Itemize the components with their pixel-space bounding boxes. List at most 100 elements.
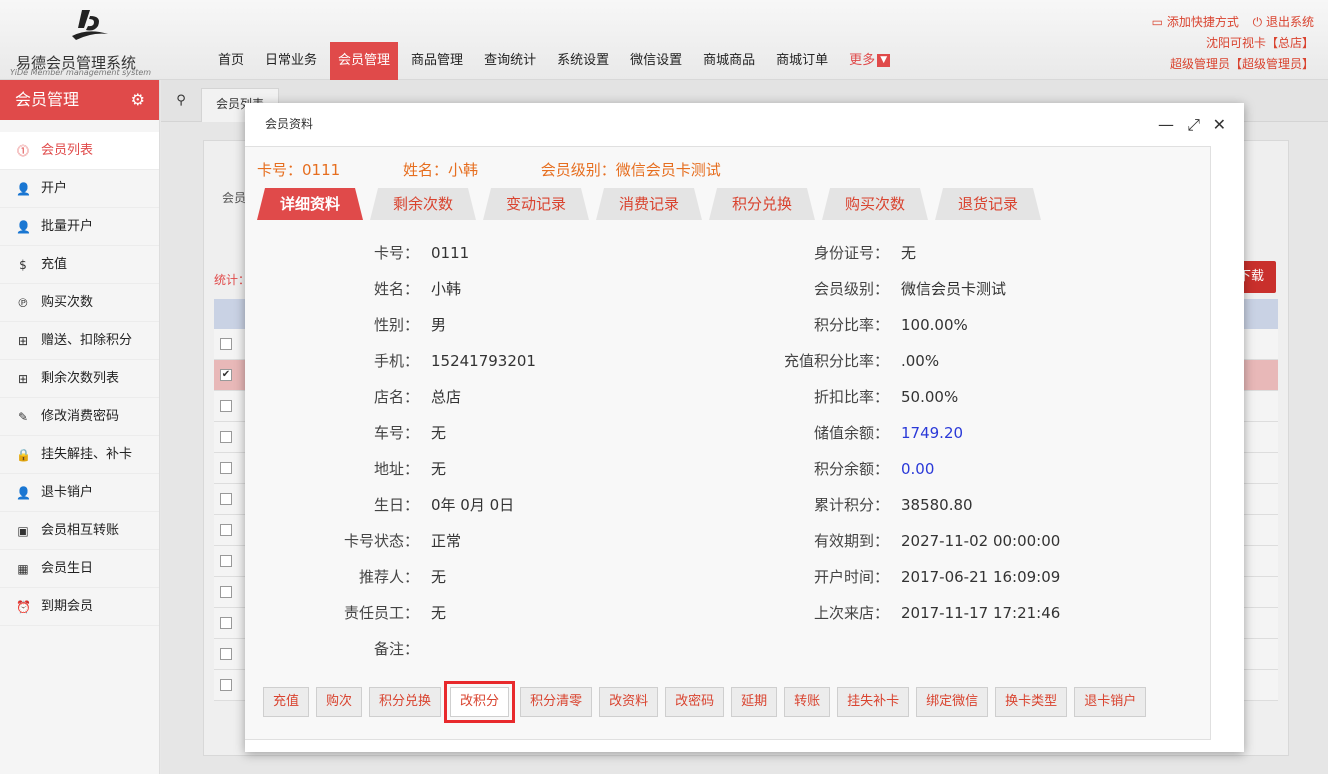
row-checkbox[interactable]: [220, 586, 232, 598]
row-checkbox[interactable]: [220, 431, 232, 443]
chevron-down-icon: ▼: [877, 54, 891, 67]
tab-0[interactable]: 详细资料: [257, 188, 363, 220]
logout-link[interactable]: ⏻ 退出系统: [1253, 15, 1314, 29]
app-subtitle: YiDe Member management system: [10, 68, 152, 77]
row-checkbox[interactable]: ✔: [220, 369, 232, 381]
field-label: 身份证号：: [813, 244, 889, 262]
nav-item-2[interactable]: 会员管理: [330, 42, 399, 80]
tab-5[interactable]: 购买次数: [822, 188, 928, 220]
field-value: 微信会员卡测试: [901, 280, 1007, 298]
sidebar-item-label: 修改消费密码: [41, 408, 120, 424]
sidebar-item-11[interactable]: ▦ 会员生日: [0, 550, 159, 588]
sidebar-item-label: 会员列表: [41, 142, 94, 158]
sidebar-menu: ⓵ 会员列表 👤 开户 👤 批量开户 $ 充值 ℗ 购买次数 ⊞ 赠送、扣除积分 ⊞ 剩余次数列表 ✎ 修改消…: [0, 132, 159, 626]
lock-icon: 🔒: [16, 447, 31, 462]
nav-item-label: 微信设置: [630, 53, 683, 68]
sidebar-item-8[interactable]: 🔒 挂失解挂、补卡: [0, 436, 159, 474]
member-summary: 卡号：0111 姓名：小韩 会员级别：微信会员卡测试: [257, 159, 779, 180]
field-value: 2027-11-02 00:00:00: [901, 532, 1061, 550]
map-icon: ⊞: [17, 333, 29, 348]
sidebar-item-9[interactable]: 👤 退卡销户: [0, 474, 159, 512]
field-label: 储值余额：: [813, 424, 889, 442]
tab-3[interactable]: 消费记录: [596, 188, 702, 220]
row-checkbox[interactable]: [220, 648, 232, 660]
store-name[interactable]: 沈阳可视卡【总店】: [1142, 33, 1314, 54]
summary-card-no: 卡号：0111: [257, 161, 341, 179]
nav-item-1[interactable]: 日常业务: [257, 42, 325, 80]
dialog-body: 卡号：0111 姓名：小韩 会员级别：微信会员卡测试 详细资料 剩余次数 变动记录消…: [245, 146, 1211, 740]
member-list-icon: ⓵: [16, 143, 29, 158]
row-checkbox[interactable]: [220, 679, 232, 691]
nav-item-label: 查询统计: [484, 53, 537, 68]
sidebar-item-2[interactable]: 👤 批量开户: [0, 208, 159, 246]
sidebar-item-10[interactable]: ▣ 会员相互转账: [0, 512, 159, 550]
nav-item-label: 会员管理: [338, 53, 391, 68]
nav-item-3[interactable]: 商品管理: [403, 42, 471, 80]
action-button-0[interactable]: 充值: [263, 687, 310, 717]
action-button-2[interactable]: 积分兑换: [369, 687, 442, 717]
action-button-3[interactable]: 改积分: [444, 681, 516, 723]
sidebar-item-0[interactable]: ⓵ 会员列表: [0, 132, 159, 170]
pencil-icon: ✎: [17, 409, 29, 424]
current-user[interactable]: 超级管理员【超级管理员】: [1142, 54, 1314, 75]
field-label: 积分比率：: [813, 316, 889, 334]
nav-item-7[interactable]: 商城商品: [695, 42, 763, 80]
detail-field: 积分余额： 0.00: [245, 451, 934, 487]
sidebar-item-12[interactable]: ⏰ 到期会员: [0, 588, 159, 626]
nav-item-9[interactable]: 更多 ▼: [841, 42, 898, 80]
row-checkbox[interactable]: [220, 524, 232, 536]
map-icon: ⊞: [17, 371, 29, 386]
field-value: .00%: [901, 352, 940, 370]
nav-item-5[interactable]: 系统设置: [549, 42, 617, 80]
sidebar-item-label: 到期会员: [41, 598, 94, 614]
sidebar-item-7[interactable]: ✎ 修改消费密码: [0, 398, 159, 436]
sidebar-item-1[interactable]: 👤 开户: [0, 170, 159, 208]
tab-4[interactable]: 积分兑换: [709, 188, 815, 220]
gear-icon[interactable]: ⚙: [131, 80, 145, 120]
location-pin-icon: ⚲: [176, 93, 186, 108]
user-remove-icon: 👤: [16, 485, 31, 500]
action-button-12[interactable]: 退卡销户: [1074, 687, 1147, 717]
nav-item-6[interactable]: 微信设置: [622, 42, 690, 80]
nav-item-4[interactable]: 查询统计: [476, 42, 544, 80]
sidebar-item-label: 充值: [41, 256, 68, 272]
sidebar-item-6[interactable]: ⊞ 剩余次数列表: [0, 360, 159, 398]
minimize-icon[interactable]: —: [1158, 103, 1174, 146]
nav-item-0[interactable]: 首页: [210, 42, 252, 80]
close-icon[interactable]: ✕: [1213, 103, 1226, 146]
action-button-5[interactable]: 改资料: [599, 687, 659, 717]
sidebar-item-3[interactable]: $ 充值: [0, 246, 159, 284]
action-button-9[interactable]: 挂失补卡: [837, 687, 910, 717]
action-button-11[interactable]: 换卡类型: [995, 687, 1068, 717]
row-checkbox[interactable]: [220, 555, 232, 567]
action-button-1[interactable]: 购次: [316, 687, 363, 717]
detail-tabs: 详细资料 剩余次数 变动记录 消费记录 积分兑换 购买次数 退货记录: [257, 188, 1048, 220]
maximize-icon[interactable]: ⤢: [1187, 103, 1200, 146]
action-button-4[interactable]: 积分清零: [520, 687, 593, 717]
action-button-6[interactable]: 改密码: [665, 687, 725, 717]
row-checkbox[interactable]: [220, 462, 232, 474]
field-value: 38580.80: [901, 496, 973, 514]
action-button-10[interactable]: 绑定微信: [916, 687, 989, 717]
add-shortcut-link[interactable]: ▭ 添加快捷方式: [1152, 15, 1239, 29]
row-checkbox[interactable]: [220, 338, 232, 350]
row-checkbox[interactable]: [220, 400, 232, 412]
sidebar-item-5[interactable]: ⊞ 赠送、扣除积分: [0, 322, 159, 360]
field-value: 50.00%: [901, 388, 959, 406]
logo-icon: [72, 10, 108, 40]
row-checkbox[interactable]: [220, 617, 232, 629]
action-button-8[interactable]: 转账: [784, 687, 831, 717]
action-button-7[interactable]: 延期: [731, 687, 778, 717]
nav-item-label: 商品管理: [411, 53, 464, 68]
field-label: 上次来店：: [813, 604, 889, 622]
field-label: 会员级别：: [813, 280, 889, 298]
summary-level: 会员级别：微信会员卡测试: [540, 161, 721, 179]
tab-1[interactable]: 剩余次数: [370, 188, 476, 220]
tab-6[interactable]: 退货记录: [935, 188, 1041, 220]
row-checkbox[interactable]: [220, 493, 232, 505]
tab-2[interactable]: 变动记录: [483, 188, 589, 220]
nav-item-label: 商城商品: [703, 53, 756, 68]
nav-item-8[interactable]: 商城订单: [768, 42, 836, 80]
sidebar-item-4[interactable]: ℗ 购买次数: [0, 284, 159, 322]
sidebar-item-label: 购买次数: [41, 294, 94, 310]
